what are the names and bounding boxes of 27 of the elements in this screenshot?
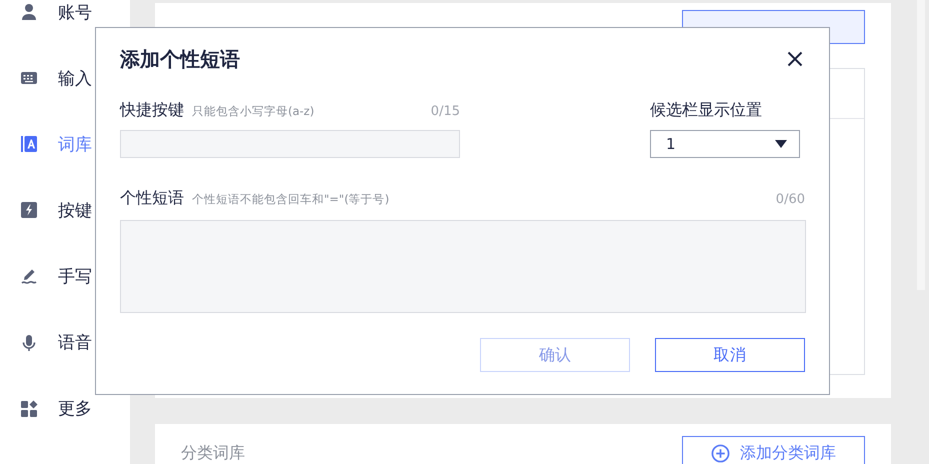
field-label: 个性短语: [120, 188, 184, 209]
field-label: 快捷按键: [120, 100, 184, 121]
text-area[interactable]: [120, 220, 806, 313]
input-field[interactable]: [120, 130, 460, 158]
close-icon[interactable]: [787, 51, 803, 67]
section-title: 分类词库: [181, 443, 245, 464]
lightning-icon: [20, 201, 38, 220]
apps-icon: [20, 400, 38, 418]
field-hint: 只能包含小写字母(a-z): [192, 104, 314, 119]
char-counter: 0/60: [776, 192, 805, 207]
field-hint: 个性短语不能包含回车和"="(等于号): [192, 192, 390, 207]
person-icon: [20, 3, 38, 22]
cancel-button[interactable]: 取消: [655, 338, 805, 372]
sidebar-item[interactable]: 手写: [0, 244, 130, 310]
position-dropdown[interactable]: 1: [650, 130, 800, 158]
field-label: 候选栏显示位置: [650, 100, 762, 121]
sidebar-item[interactable]: 更多: [0, 376, 130, 442]
letter-book-icon: [20, 135, 38, 154]
plus-circle-icon: [711, 444, 730, 462]
caret-icon: [775, 140, 787, 148]
pen-icon: [20, 268, 38, 286]
sidebar-item[interactable]: 语音: [0, 310, 130, 376]
add-button[interactable]: 添加分类词库: [682, 436, 865, 464]
sidebar-item[interactable]: 账号: [0, 0, 130, 46]
microphone-icon: [20, 334, 38, 352]
char-counter: 0/15: [430, 104, 460, 119]
dialog-title: 添加个性短语: [120, 46, 240, 72]
